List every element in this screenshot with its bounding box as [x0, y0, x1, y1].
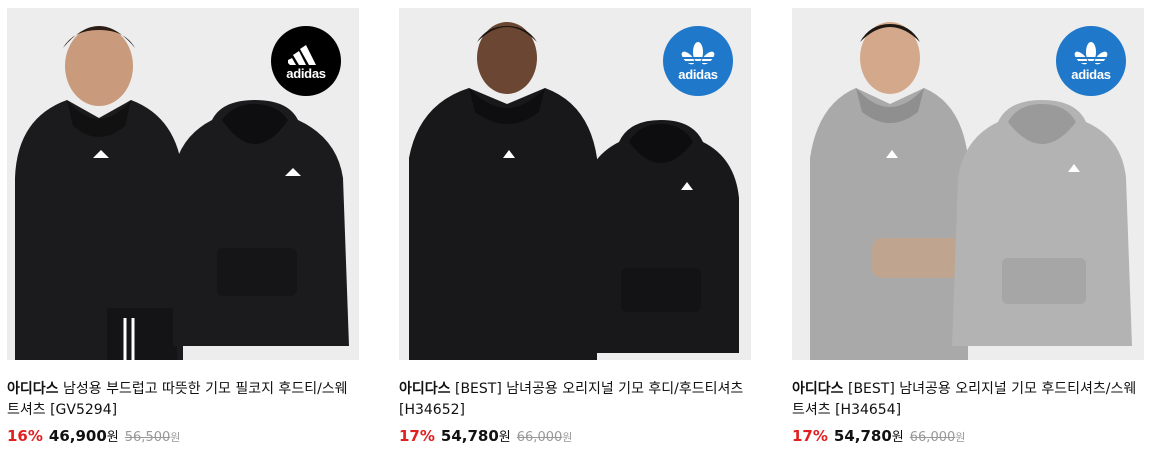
trefoil-icon [681, 41, 715, 64]
original-price-unit: 원 [955, 431, 966, 444]
product-card[interactable]: adidas 아디다스 [BEST] 남녀공용 오리지널 기모 후디/후드티셔츠… [399, 8, 751, 447]
original-price-unit: 원 [562, 431, 573, 444]
discount-rate: 16% [7, 427, 43, 445]
product-brand: 아디다스 [7, 381, 59, 397]
product-name: [BEST] 남녀공용 오리지널 기모 후디/후드티셔츠 [H34652] [399, 381, 744, 418]
discount-rate: 17% [792, 427, 828, 445]
logo-text: adidas [286, 65, 326, 81]
discount-rate: 17% [399, 427, 435, 445]
logo-text: adidas [678, 66, 718, 82]
product-name: [BEST] 남녀공용 오리지널 기모 후드티셔츠/스웨트셔츠 [H34654] [792, 381, 1137, 418]
adidas-stripes-icon [288, 44, 316, 65]
original-price: 66,000 [909, 430, 956, 445]
product-brand: 아디다스 [399, 381, 451, 397]
product-image[interactable]: adidas [399, 8, 751, 360]
product-brand: 아디다스 [792, 381, 844, 397]
product-image[interactable]: adidas [792, 8, 1144, 360]
price-row: 16% 46,900원 56,500원 [7, 427, 359, 447]
sale-price: 54,780 [833, 427, 892, 445]
adidas-originals-logo: adidas [1056, 26, 1126, 96]
product-image[interactable]: adidas [7, 8, 359, 360]
sale-price-unit: 원 [891, 430, 904, 445]
adidas-originals-logo: adidas [663, 26, 733, 96]
trefoil-icon [1074, 41, 1108, 64]
sale-price: 54,780 [440, 427, 499, 445]
product-name: 남성용 부드럽고 따뜻한 기모 필코지 후드티/스웨트셔츠 [GV5294] [7, 381, 348, 418]
logo-text: adidas [1071, 66, 1111, 82]
product-title[interactable]: 아디다스 남성용 부드럽고 따뜻한 기모 필코지 후드티/스웨트셔츠 [GV52… [7, 379, 359, 421]
adidas-logo: adidas [271, 26, 341, 96]
sale-price-unit: 원 [498, 430, 511, 445]
product-title[interactable]: 아디다스 [BEST] 남녀공용 오리지널 기모 후드티셔츠/스웨트셔츠 [H3… [792, 379, 1144, 421]
sale-price-unit: 원 [106, 430, 119, 445]
price-row: 17% 54,780원 66,000원 [399, 427, 751, 447]
sale-price: 46,900 [48, 427, 107, 445]
product-card[interactable]: adidas 아디다스 [BEST] 남녀공용 오리지널 기모 후드티셔츠/스웨… [792, 8, 1144, 447]
price-row: 17% 54,780원 66,000원 [792, 427, 1144, 447]
original-price: 56,500 [124, 430, 171, 445]
product-title[interactable]: 아디다스 [BEST] 남녀공용 오리지널 기모 후디/후드티셔츠 [H3465… [399, 379, 751, 421]
original-price: 66,000 [516, 430, 563, 445]
original-price-unit: 원 [170, 431, 181, 444]
product-card[interactable]: adidas 아디다스 남성용 부드럽고 따뜻한 기모 필코지 후드티/스웨트셔… [7, 8, 359, 447]
